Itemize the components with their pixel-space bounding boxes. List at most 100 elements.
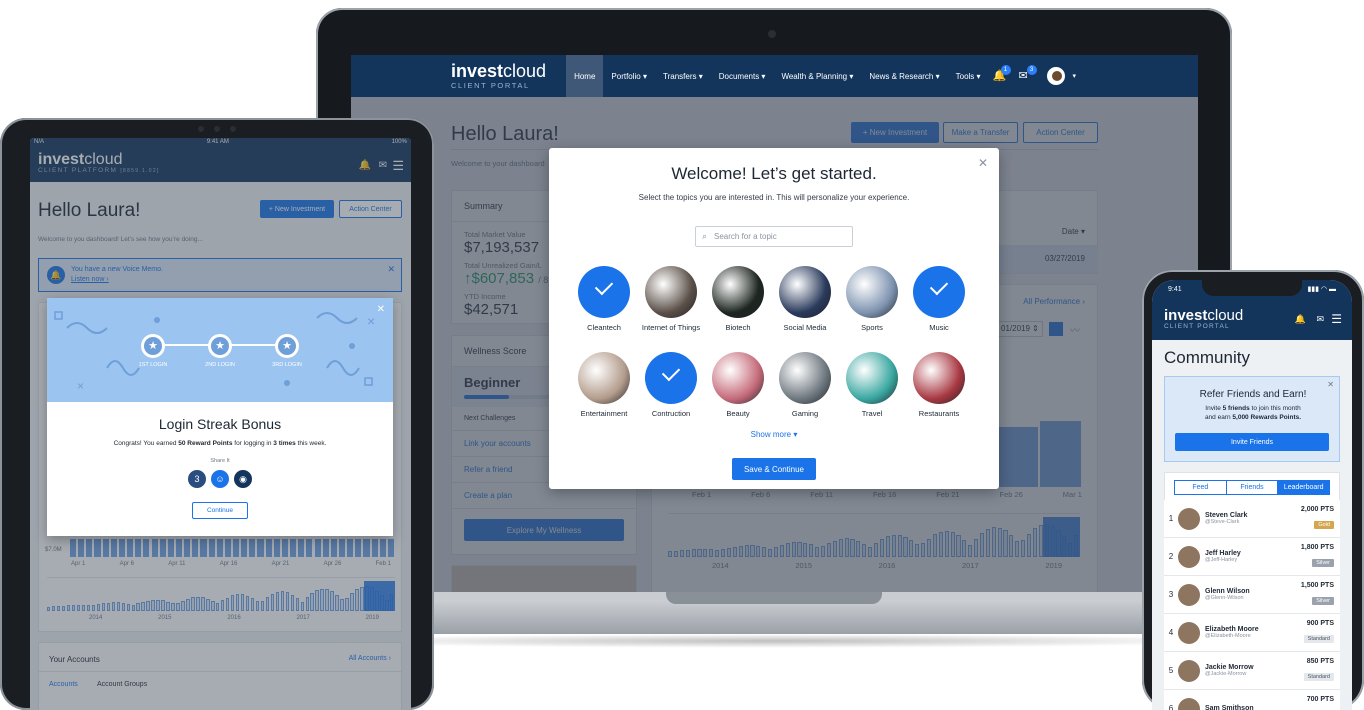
topic-label: Travel [861, 409, 883, 418]
avatar [1178, 697, 1200, 710]
member-handle: @Steve-Clark [1205, 519, 1240, 525]
topic-label: Biotech [725, 323, 751, 332]
laptop-screen: Hello Laura! Welcome to your dashboard +… [351, 55, 1198, 594]
topic-3[interactable]: Social Media [770, 266, 840, 332]
topic-4[interactable]: Sports [837, 266, 907, 332]
step-1-label: 1ST LOGIN [138, 362, 168, 368]
step-1-badge: ★ [141, 334, 165, 358]
topic-label: Beauty [726, 409, 750, 418]
star-icon: ★ [211, 337, 229, 355]
topic-label: Social Media [783, 323, 827, 332]
points: 700 PTS [1306, 696, 1334, 703]
nav-item-5[interactable]: News & Research ▾ [861, 55, 947, 97]
css-icon[interactable]: 3 [188, 470, 206, 488]
tier-badge: Standard [1303, 673, 1334, 681]
tier-badge: Standard [1303, 635, 1334, 643]
leaderboard-row[interactable]: 3 Glenn Wilson @Glenn-Wilson 1,500 PTS Silve… [1164, 576, 1340, 614]
close-icon[interactable]: ✕ [1327, 380, 1334, 389]
refer-line2: and earn 5,000 Rewards Points. [1204, 414, 1302, 421]
topic-0[interactable]: Cleantech [569, 266, 639, 332]
star-icon: ★ [144, 337, 162, 355]
nav-item-2[interactable]: Transfers ▾ [655, 55, 711, 97]
topic-9[interactable]: Gaming [770, 352, 840, 418]
nav-item-3[interactable]: Documents ▾ [711, 55, 774, 97]
tier-badge: Silver [1312, 597, 1334, 605]
avatar [1178, 545, 1200, 568]
bell-icon[interactable]: 🔔 1 [993, 65, 1011, 82]
topic-image [846, 352, 898, 404]
topic-label: Gaming [791, 409, 819, 418]
close-icon[interactable]: ✕ [377, 304, 385, 315]
mail-icon[interactable]: ✉ [1316, 314, 1324, 325]
continue-button[interactable]: Continue [192, 502, 248, 519]
topic-image [712, 352, 764, 404]
rank: 2 [1168, 552, 1174, 561]
rank: 1 [1168, 514, 1174, 523]
nav-item-0[interactable]: Home [566, 55, 604, 97]
avatar[interactable] [1046, 67, 1065, 85]
search-icon: ⌕ [702, 231, 708, 241]
laptop-notch [666, 592, 882, 604]
tablet-device: N/A 9:41 AM 100% investcloud CLIENT PLATFO… [0, 118, 434, 710]
tab-bar: Feed Friends Leaderboard [1174, 480, 1330, 495]
topic-2[interactable]: Biotech [703, 266, 773, 332]
topic-10[interactable]: Travel [837, 352, 907, 418]
brand-logo: investcloud CLIENT PORTAL [1164, 307, 1244, 330]
discord-icon[interactable]: ☺ [211, 470, 229, 488]
leaderboard-row[interactable]: 1 Steven Clark @Steve-Clark 2,000 PTS Gold [1164, 500, 1340, 538]
tab-friends[interactable]: Friends [1227, 481, 1279, 494]
modal-subtitle: Select the topics you are interested in.… [638, 193, 910, 202]
step-3-label: 3RD LOGIN [272, 362, 302, 368]
rank: 6 [1168, 704, 1174, 710]
avatar [1178, 507, 1200, 530]
topic-7[interactable]: Contruction [636, 352, 706, 418]
chevron-down-icon[interactable]: ▾ [1073, 72, 1077, 80]
tab-leaderboard[interactable]: Leaderboard [1278, 481, 1330, 494]
streak-banner: × × ★ ★ ★ 1ST LOGIN 2ND LOGIN 3RD LOGIN ✕ [47, 298, 393, 402]
topic-image [712, 266, 764, 318]
nav-item-4[interactable]: Wealth & Planning ▾ [773, 55, 861, 97]
topic-8[interactable]: Beauty [703, 352, 773, 418]
show-more-link[interactable]: Show more ▾ [549, 430, 999, 439]
avatar [1178, 659, 1200, 682]
invite-friends-button[interactable]: Invite Friends [1175, 433, 1329, 451]
topic-5[interactable]: Music [904, 266, 974, 332]
topic-6[interactable]: Entertainment [569, 352, 639, 418]
leaderboard-row[interactable]: 2 Jeff Harley @Jeff-Harley 1,800 PTS Silver [1164, 538, 1340, 576]
nav-item-1[interactable]: Portfolio ▾ [603, 55, 655, 97]
step-3-badge: ★ [275, 334, 299, 358]
member-handle: @Elizabeth-Moore [1205, 633, 1251, 639]
topic-11[interactable]: Restaurants [904, 352, 974, 418]
member-name: Glenn Wilson [1205, 588, 1250, 595]
topic-label: Entertainment [580, 409, 628, 418]
phone-device: 9:41 ▮▮▮ ◠ ▬ investcloud CLIENT PORTAL 🔔… [1142, 270, 1364, 710]
member-handle: @Jeff-Harley [1205, 557, 1238, 563]
mail-icon[interactable]: ✉ 3 [1019, 65, 1037, 82]
streak-message: Congrats! You earned 50 Reward Points fo… [113, 440, 327, 447]
leaderboard-row[interactable]: 6 Sam Smithson 700 PTS [1164, 690, 1340, 710]
laptop-device: Hello Laura! Welcome to your dashboard +… [262, 8, 1286, 648]
nav-icons: 🔔 1 ✉ 3 ▾ [993, 65, 1077, 85]
topic-search-input[interactable]: ⌕ Search for a topic [695, 226, 853, 247]
leaderboard-row[interactable]: 5 Jackie Morrow @Jackie-Morrow 850 PTS Stand… [1164, 652, 1340, 690]
topic-image [645, 266, 697, 318]
github-icon[interactable]: ◉ [234, 470, 252, 488]
menu-icon[interactable]: ☰ [1331, 312, 1342, 326]
modal-title: Welcome! Let’s get started. [671, 164, 877, 183]
avatar [1178, 621, 1200, 644]
leaderboard-row[interactable]: 4 Elizabeth Moore @Elizabeth-Moore 900 PTS S… [1164, 614, 1340, 652]
topic-label: Sports [861, 323, 883, 332]
topic-label: Restaurants [918, 409, 960, 418]
member-name: Sam Smithson [1205, 705, 1254, 710]
points: 2,000 PTS [1300, 506, 1334, 513]
member-name: Elizabeth Moore [1205, 626, 1259, 633]
topic-image [913, 352, 965, 404]
laptop-shadow [296, 634, 1252, 648]
page-title: Community [1164, 348, 1250, 367]
nav-item-6[interactable]: Tools ▾ [948, 55, 989, 97]
topic-1[interactable]: Internet of Things [636, 266, 706, 332]
topic-label: Cleantech [587, 323, 621, 332]
bell-icon[interactable]: 🔔 [1295, 314, 1306, 325]
tab-feed[interactable]: Feed [1175, 481, 1227, 494]
save-continue-button[interactable]: Save & Continue [732, 458, 816, 480]
